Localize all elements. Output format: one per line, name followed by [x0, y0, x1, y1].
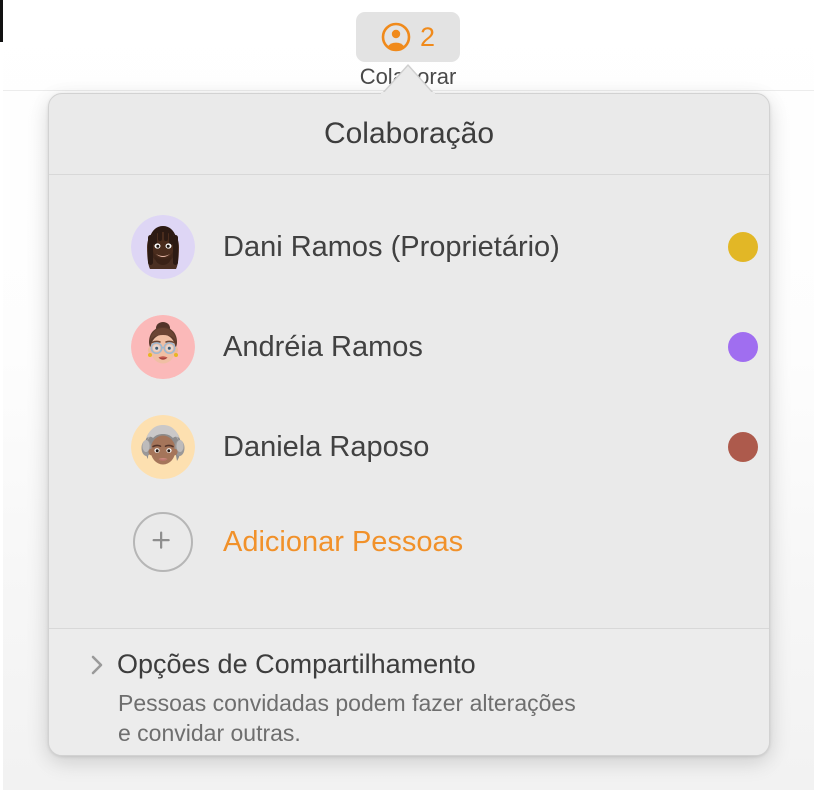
- add-people-label: Adicionar Pessoas: [223, 525, 464, 558]
- screenshot-canvas: 2 Colaborar Colaboração Dani Ramos (Prop…: [0, 0, 814, 790]
- list-item-label: Daniela Raposo: [223, 430, 430, 463]
- collaborate-button-label: Colaborar: [359, 64, 457, 89]
- share-options-label: Opções de Compartilhamento: [117, 649, 476, 679]
- chevron-right-icon: [89, 652, 105, 678]
- share-options-description: Pessoas convidadas podem fazer alteraçõe…: [118, 690, 576, 746]
- avatar: [131, 215, 195, 279]
- share-options-disclosure[interactable]: Opções de Compartilhamento: [89, 649, 476, 680]
- person-circle-icon: [381, 22, 411, 52]
- add-people-button[interactable]: Adicionar Pessoas: [49, 511, 769, 573]
- people-list: Dani Ramos (Proprietário) Andréia Ramos …: [49, 175, 769, 628]
- window-left-edge: [0, 0, 3, 42]
- avatar: [131, 315, 195, 379]
- status-badge: [728, 432, 758, 462]
- list-item[interactable]: Daniela Raposo: [49, 411, 769, 483]
- toolbar-separator: [3, 90, 814, 91]
- list-item-label: Andréia Ramos: [223, 330, 423, 363]
- avatar: [131, 415, 195, 479]
- collaborate-button[interactable]: 2: [356, 12, 460, 62]
- list-item[interactable]: Andréia Ramos: [49, 311, 769, 383]
- collaboration-popover: Colaboração Dani Ramos (Proprietário) An…: [48, 93, 770, 756]
- status-badge: [728, 332, 758, 362]
- plus-icon: [133, 512, 193, 572]
- list-item-label: Dani Ramos (Proprietário): [223, 230, 560, 263]
- list-item[interactable]: Dani Ramos (Proprietário): [49, 211, 769, 283]
- status-badge: [728, 232, 758, 262]
- popover-title: Colaboração: [323, 117, 495, 150]
- collaborator-count: 2: [419, 21, 436, 52]
- footer-section: Opções de Compartilhamento Pessoas convi…: [49, 629, 769, 755]
